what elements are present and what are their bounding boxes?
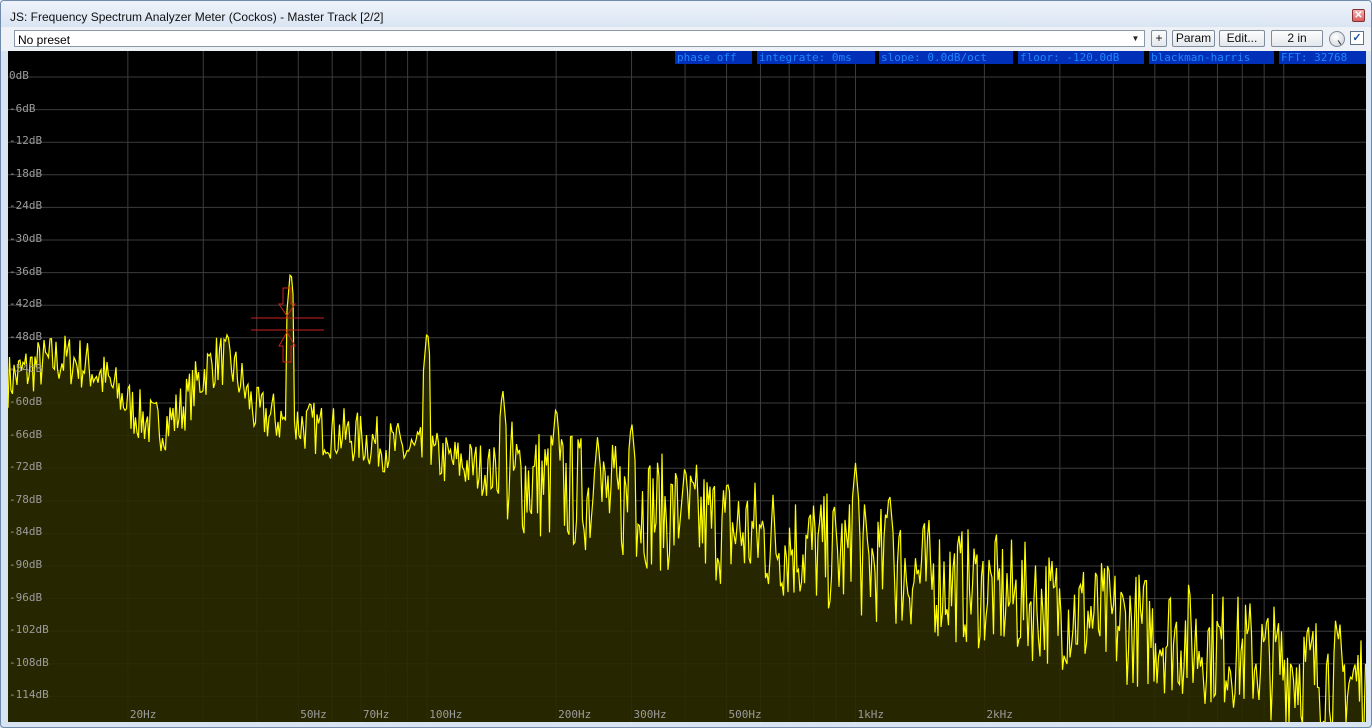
checkmark-icon: ✓ xyxy=(1352,31,1362,44)
phase-status[interactable]: phase off xyxy=(675,51,752,64)
freq-tick-label: 70Hz xyxy=(362,708,390,721)
close-button[interactable]: ✕ xyxy=(1352,9,1365,22)
db-tick-label: -114dB xyxy=(9,688,49,702)
spectrum-display[interactable]: phase off integrate: 0ms slope: 0.0dB/oc… xyxy=(8,51,1366,722)
fft-status[interactable]: FFT: 32768 xyxy=(1279,51,1366,64)
db-tick-label: -66dB xyxy=(9,427,43,441)
db-tick-label: -96dB xyxy=(9,590,43,604)
db-tick-label: -42dB xyxy=(9,297,43,311)
db-tick-label: -36dB xyxy=(9,264,43,278)
freq-tick-label: 100Hz xyxy=(429,708,463,721)
freq-tick-label: 20Hz xyxy=(129,708,157,721)
plugin-window: JS: Frequency Spectrum Analyzer Meter (C… xyxy=(0,0,1372,728)
freq-tick-label: 200Hz xyxy=(558,708,592,721)
floor-status[interactable]: floor: -120.0dB xyxy=(1018,51,1144,64)
freq-tick-label: 1kHz xyxy=(857,708,884,721)
window-title: JS: Frequency Spectrum Analyzer Meter (C… xyxy=(10,10,384,24)
db-tick-label: -84dB xyxy=(9,525,43,539)
title-bar[interactable]: JS: Frequency Spectrum Analyzer Meter (C… xyxy=(1,1,1371,27)
db-tick-label: -24dB xyxy=(9,199,43,213)
db-tick-label: -90dB xyxy=(9,558,43,571)
close-icon: ✕ xyxy=(1354,9,1363,21)
freq-tick-label: 500Hz xyxy=(728,708,762,721)
io-pins-button[interactable]: 2 in xyxy=(1271,30,1323,47)
plugin-toolbar: No preset ▼ + Param Edit... 2 in ✓ xyxy=(1,27,1371,51)
slope-status[interactable]: slope: 0.0dB/oct xyxy=(879,51,1013,64)
window-status[interactable]: blackman-harris xyxy=(1149,51,1274,64)
param-button[interactable]: Param xyxy=(1172,30,1215,47)
bypass-checkbox[interactable]: ✓ xyxy=(1350,31,1364,45)
db-tick-label: -108dB xyxy=(9,655,49,669)
db-tick-label: -102dB xyxy=(9,623,49,637)
wet-dry-knob[interactable] xyxy=(1329,31,1345,47)
db-tick-label: -60dB xyxy=(9,395,43,408)
db-tick-label: -54dB xyxy=(9,362,43,376)
integrate-status[interactable]: integrate: 0ms xyxy=(757,51,875,64)
db-tick-label: -30dB xyxy=(9,232,43,245)
db-tick-label: -48dB xyxy=(9,329,43,343)
spectrum-svg xyxy=(8,51,1366,722)
edit-button[interactable]: Edit... xyxy=(1219,30,1265,47)
db-tick-label: -6dB xyxy=(9,101,36,115)
freq-tick-label: 50Hz xyxy=(300,708,327,721)
status-bar: phase off integrate: 0ms slope: 0.0dB/oc… xyxy=(8,51,1366,64)
freq-tick-label: 2kHz xyxy=(986,708,1013,721)
db-tick-label: -12dB xyxy=(9,134,43,148)
preset-value: No preset xyxy=(18,33,71,47)
db-tick-label: -72dB xyxy=(9,460,43,474)
db-tick-label: 0dB xyxy=(9,69,29,82)
chevron-down-icon: ▼ xyxy=(1131,34,1140,43)
knob-indicator xyxy=(1337,40,1342,45)
preset-dropdown[interactable]: No preset ▼ xyxy=(14,30,1145,47)
db-tick-label: -18dB xyxy=(9,166,43,180)
freq-tick-label: 300Hz xyxy=(633,708,667,721)
add-preset-button[interactable]: + xyxy=(1151,30,1167,47)
db-tick-label: -78dB xyxy=(9,492,43,506)
